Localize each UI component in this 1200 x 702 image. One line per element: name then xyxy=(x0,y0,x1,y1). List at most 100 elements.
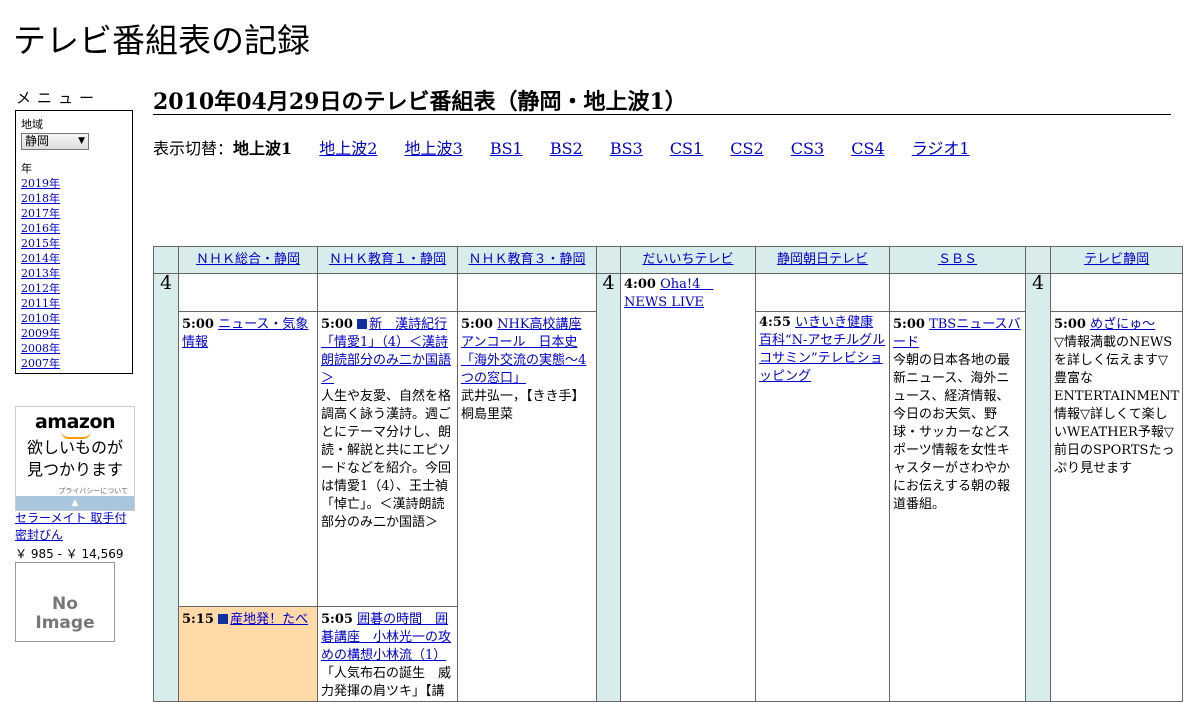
switch-label: 表示切替：地上波1 xyxy=(153,139,314,158)
program-title-link[interactable]: 産地発！たべ xyxy=(230,612,308,627)
program-cell: 5:00 新 漢詩紀行「情愛1」（4）＜漢詩朗読部分のみ二か国語＞ 人生や友愛、… xyxy=(317,311,458,607)
channel-link[interactable]: ＮＨＫ教育３・静岡 xyxy=(468,252,585,267)
program-description: 今朝の日本各地の最新ニュース、海外ニュース、経済情報、今日のお天気、野球・サッカ… xyxy=(893,353,1011,512)
ad-product-line[interactable]: 密封びん xyxy=(15,528,63,542)
channel-header: ＮＨＫ教育１・静岡 xyxy=(317,246,458,274)
program-time: 4:00 xyxy=(624,277,656,292)
switch-current: 地上波1 xyxy=(233,139,293,158)
switch-link[interactable]: 地上波3 xyxy=(405,139,463,158)
page-heading: 2010年04月29日のテレビ番組表（静岡・地上波1） xyxy=(153,84,1171,115)
program-description: 人生や友愛、自然を格調高く詠う漢詩。週ごとにテーマ分けし、朗読・解説と共にエピソ… xyxy=(321,389,452,530)
year-link[interactable]: 2018年 xyxy=(21,191,60,206)
channel-header: ＮＨＫ総合・静岡 xyxy=(178,246,318,274)
program-grid: ＮＨＫ総合・静岡 ＮＨＫ教育１・静岡 ＮＨＫ教育３・静岡 だいいちテレビ 静岡朝… xyxy=(153,246,1184,702)
year-link[interactable]: 2015年 xyxy=(21,236,60,251)
year-link[interactable]: 2019年 xyxy=(21,176,60,191)
program-cell: 5:00 TBSニュースバード 今朝の日本各地の最新ニュース、海外ニュース、経済… xyxy=(889,311,1026,702)
year-link[interactable]: 2012年 xyxy=(21,281,60,296)
channel-header-row: ＮＨＫ総合・静岡 ＮＨＫ教育１・静岡 ＮＨＫ教育３・静岡 だいいちテレビ 静岡朝… xyxy=(153,246,1184,274)
channel-link[interactable]: 静岡朝日テレビ xyxy=(777,252,868,267)
program-cell: 5:05 囲碁の時間 囲碁講座 小林光一の攻めの構想小林流（1） 「人気布石の誕… xyxy=(317,606,458,702)
hour-cell: 4 xyxy=(596,273,621,702)
program-description: 武井弘一，【きき手】桐島里菜 xyxy=(461,389,585,422)
year-link[interactable]: 2016年 xyxy=(21,221,60,236)
caret-up-icon: ▲ xyxy=(71,498,79,508)
program-cell-empty xyxy=(178,273,318,312)
channel-link[interactable]: だいいちテレビ xyxy=(642,252,733,267)
program-cell: 5:00 NHK高校講座アンコール 日本史「海外交流の実態～4つの窓口」 武井弘… xyxy=(457,311,597,702)
year-link[interactable]: 2010年 xyxy=(21,311,60,326)
channel-header: だいいちテレビ xyxy=(620,246,756,274)
program-cell-empty xyxy=(317,273,458,312)
channel-link[interactable]: ＮＨＫ総合・静岡 xyxy=(196,252,300,267)
menu-box: 地域 静岡 ▼ 年 2019年 2018年 2017年 2016年 2015年 … xyxy=(15,110,133,374)
year-list: 2019年 2018年 2017年 2016年 2015年 2014年 2013… xyxy=(21,176,60,371)
ad-bar: ▲ xyxy=(16,496,134,510)
program-cell: 5:00 ニュース・気象情報 xyxy=(178,311,318,607)
site-title: テレビ番組表の記録 xyxy=(13,21,310,60)
program-time: 5:15 xyxy=(182,612,214,627)
program-time: 5:00 xyxy=(893,317,925,332)
year-link[interactable]: 2017年 xyxy=(21,206,60,221)
switch-link[interactable]: BS3 xyxy=(610,139,643,158)
switch-link[interactable]: CS4 xyxy=(851,139,884,158)
program-title-link[interactable]: めざにゅ～ xyxy=(1090,317,1155,332)
program-time: 5:00 xyxy=(321,317,353,332)
year-link[interactable]: 2007年 xyxy=(21,356,60,371)
program-description: 「人気布石の誕生 威力発揮の肩ツキ」【講 xyxy=(321,666,452,699)
hour-cell: 4 xyxy=(153,273,179,702)
menu-title: メニュー xyxy=(16,89,101,107)
chevron-down-icon: ▼ xyxy=(78,136,85,146)
year-link[interactable]: 2014年 xyxy=(21,251,60,266)
program-cell-empty xyxy=(755,273,890,312)
ad-tagline-line: 欲しいものが xyxy=(26,438,123,457)
region-select-value: 静岡 xyxy=(25,134,50,148)
program-cell: 4:00 Oha!4 NEWS LIVE xyxy=(620,273,756,702)
year-link[interactable]: 2013年 xyxy=(21,266,60,281)
no-image-text: No xyxy=(52,594,78,614)
no-image-text: Image xyxy=(35,613,95,633)
channel-link[interactable]: テレビ静岡 xyxy=(1084,252,1149,267)
channel-header: テレビ静岡 xyxy=(1049,246,1184,274)
no-image-placeholder[interactable]: No Image xyxy=(15,562,115,642)
amazon-ad-banner[interactable]: amazon 欲しいものが 見つかります プライバシーについて ▲ xyxy=(15,406,135,511)
ad-tagline-line: 見つかります xyxy=(26,460,123,479)
program-description: ▽情報満載のNEWSを詳しく伝えます▽豊富なENTERTAINMENT情報▽詳し… xyxy=(1054,335,1180,476)
program-cell: 5:00 めざにゅ～ ▽情報満載のNEWSを詳しく伝えます▽豊富なENTERTA… xyxy=(1049,311,1184,702)
ad-price: ￥ 985 - ￥ 14,569 xyxy=(15,547,124,561)
ad-privacy-link[interactable]: プライバシーについて xyxy=(58,486,128,496)
year-label: 年 xyxy=(21,162,32,175)
hour-header xyxy=(153,246,179,274)
switch-link[interactable]: CS2 xyxy=(730,139,763,158)
program-time: 4:55 xyxy=(759,315,791,330)
year-link[interactable]: 2009年 xyxy=(21,326,60,341)
year-link[interactable]: 2008年 xyxy=(21,341,60,356)
channel-header: 静岡朝日テレビ xyxy=(755,246,890,274)
year-link[interactable]: 2011年 xyxy=(21,296,60,311)
switch-link[interactable]: 地上波2 xyxy=(319,139,377,158)
program-cell-empty xyxy=(457,273,597,312)
ad-product-line[interactable]: セラーメイト 取手付 xyxy=(15,511,126,525)
channel-header: ＮＨＫ教育３・静岡 xyxy=(457,246,597,274)
region-label: 地域 xyxy=(21,118,43,131)
ad-tagline: 欲しいものが 見つかります xyxy=(16,437,134,481)
view-switch: 表示切替：地上波1 地上波2 地上波3 BS1 BS2 BS3 CS1 CS2 … xyxy=(153,135,992,159)
switch-link[interactable]: CS3 xyxy=(791,139,824,158)
program-row: 4 4 4:00 Oha!4 NEWS LIVE 4 xyxy=(153,273,1184,702)
program-cell: 5:15 産地発！たべ xyxy=(178,606,318,702)
program-cell: 4:55 いきいき健康百科“N-アセチルグルコサミン”テレビショッピング xyxy=(755,311,890,702)
hour-header xyxy=(596,246,621,274)
switch-label-text: 表示切替： xyxy=(153,139,234,158)
switch-link[interactable]: CS1 xyxy=(670,139,703,158)
region-select[interactable]: 静岡 ▼ xyxy=(21,133,89,150)
channel-link[interactable]: ＳＢＳ xyxy=(938,252,977,267)
switch-link[interactable]: ラジオ1 xyxy=(912,139,970,158)
program-time: 5:00 xyxy=(1054,317,1086,332)
channel-link[interactable]: ＮＨＫ教育１・静岡 xyxy=(329,252,446,267)
ad-product-link[interactable]: セラーメイト 取手付 密封びん xyxy=(15,510,126,544)
hour-header xyxy=(1025,246,1051,274)
amazon-logo: amazon xyxy=(34,411,116,433)
switch-link[interactable]: BS2 xyxy=(550,139,583,158)
switch-link[interactable]: BS1 xyxy=(490,139,523,158)
program-time: 5:05 xyxy=(321,612,353,627)
